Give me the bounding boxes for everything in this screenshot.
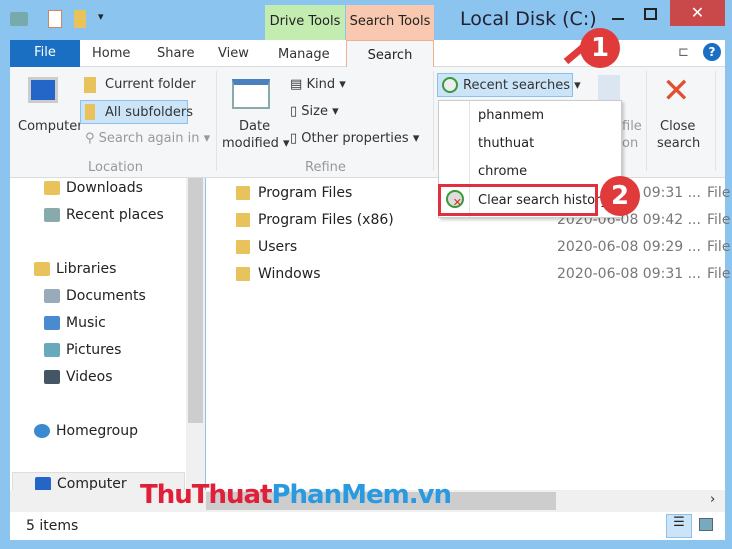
tab-home[interactable]: Home	[92, 46, 130, 61]
search-again-button[interactable]: ⚲ Search again in ▾	[85, 131, 210, 146]
pin-ribbon-icon[interactable]: ⊏	[678, 45, 689, 60]
kind-icon: ▤	[290, 77, 303, 92]
new-folder-icon[interactable]	[74, 10, 86, 28]
nav-item-libraries[interactable]: Libraries	[34, 261, 116, 277]
other-properties-button[interactable]: ▯ Other properties ▾	[290, 131, 419, 146]
nav-item-pictures[interactable]: Pictures	[44, 342, 121, 358]
location-group-label: Location	[88, 160, 143, 175]
kind-button[interactable]: ▤ Kind ▾	[290, 77, 346, 92]
navigation-pane: Downloads Recent places Libraries Docume…	[10, 178, 186, 496]
customize-toolbar-icon[interactable]: ▾	[98, 10, 104, 23]
recent-searches-button[interactable]: Recent searches ▾	[437, 73, 581, 97]
help-icon[interactable]: ?	[703, 43, 721, 61]
refine-group-label: Refine	[305, 160, 346, 175]
file-type: File	[707, 239, 731, 255]
downloads-icon	[44, 181, 60, 195]
homegroup-icon	[34, 424, 50, 438]
tab-search[interactable]: Search	[346, 40, 434, 67]
date-modified-button[interactable]: modified ▾	[222, 136, 290, 151]
open-file-location-label: file	[622, 119, 642, 134]
folder-icon	[236, 240, 250, 254]
maximize-button[interactable]	[644, 8, 657, 20]
nav-item-recent-places[interactable]: Recent places	[44, 207, 164, 223]
nav-item-music[interactable]: Music	[44, 315, 106, 331]
nav-item-videos[interactable]: Videos	[44, 369, 113, 385]
computer-icon	[28, 77, 58, 103]
videos-icon	[44, 370, 60, 384]
file-row[interactable]: Windows	[236, 266, 321, 282]
tab-share[interactable]: Share	[157, 46, 195, 61]
folder-icon	[236, 213, 250, 227]
step-2-badge: 2	[600, 176, 640, 216]
file-type: File	[707, 266, 731, 282]
recent-places-icon	[44, 208, 60, 222]
details-view-button[interactable]: ☰	[666, 514, 692, 538]
file-row[interactable]: Program Files (x86)	[236, 212, 394, 228]
step-1-badge: 1	[580, 28, 620, 68]
file-type: File	[707, 212, 731, 228]
folder-icon	[236, 186, 250, 200]
scroll-right-arrow-icon[interactable]: ›	[710, 492, 715, 507]
nav-item-downloads[interactable]: Downloads	[44, 180, 143, 196]
date-modified-label: Date	[239, 119, 271, 134]
tab-file[interactable]: File	[10, 40, 80, 67]
folder-icon	[236, 267, 250, 281]
calendar-icon	[232, 79, 270, 109]
libraries-icon	[34, 262, 50, 276]
music-icon	[44, 316, 60, 330]
recent-search-item[interactable]: phanmem	[478, 108, 544, 123]
recent-searches-icon	[442, 77, 458, 93]
tab-view[interactable]: View	[218, 46, 249, 61]
current-folder-button[interactable]: Current folder	[105, 77, 196, 92]
large-icons-view-button[interactable]	[699, 518, 713, 531]
file-row[interactable]: Program Files	[236, 185, 352, 201]
size-icon: ▯	[290, 104, 298, 119]
recent-search-item[interactable]: thuthuat	[478, 136, 534, 151]
close-search-label: search	[657, 136, 701, 151]
close-search-button[interactable]: Close	[660, 119, 695, 134]
window-title: Local Disk (C:)	[460, 8, 597, 30]
file-date: 2020-06-08 09:31 ...	[557, 266, 701, 282]
watermark-logo: ThuThuatPhanMem.vn	[140, 480, 452, 510]
status-bar: 5 items ☰	[10, 512, 725, 540]
drive-tools-context: Drive Tools	[265, 5, 345, 40]
nav-scrollbar-thumb[interactable]	[188, 178, 203, 423]
open-file-location-label-2: on	[622, 136, 639, 151]
drive-icon	[10, 12, 28, 26]
search-tools-context: Search Tools	[346, 5, 434, 40]
title-bar: ▾ Drive Tools Search Tools Local Disk (C…	[0, 0, 732, 40]
file-date: 2020-06-08 09:29 ...	[557, 239, 701, 255]
documents-icon	[44, 289, 60, 303]
highlight-box	[438, 184, 598, 216]
file-type: File	[707, 185, 731, 201]
close-search-icon[interactable]: ✕	[662, 73, 691, 109]
item-count: 5 items	[26, 518, 79, 534]
properties-icon[interactable]	[48, 10, 62, 28]
nav-item-homegroup[interactable]: Homegroup	[34, 423, 138, 439]
computer-button[interactable]: Computer	[18, 119, 83, 134]
computer-nav-icon	[35, 477, 51, 491]
folder-icon	[84, 77, 96, 93]
close-button[interactable]: ✕	[670, 0, 725, 26]
search-again-icon: ⚲	[85, 131, 99, 146]
size-button[interactable]: ▯ Size ▾	[290, 104, 339, 119]
properties-doc-icon: ▯	[290, 131, 298, 146]
tab-manage[interactable]: Manage	[278, 47, 330, 62]
all-subfolders-button[interactable]: All subfolders	[80, 100, 193, 124]
pictures-icon	[44, 343, 60, 357]
minimize-button[interactable]	[612, 18, 624, 20]
recent-search-item[interactable]: chrome	[478, 164, 527, 179]
subfolders-icon	[85, 104, 95, 120]
file-row[interactable]: Users	[236, 239, 297, 255]
nav-item-documents[interactable]: Documents	[44, 288, 146, 304]
